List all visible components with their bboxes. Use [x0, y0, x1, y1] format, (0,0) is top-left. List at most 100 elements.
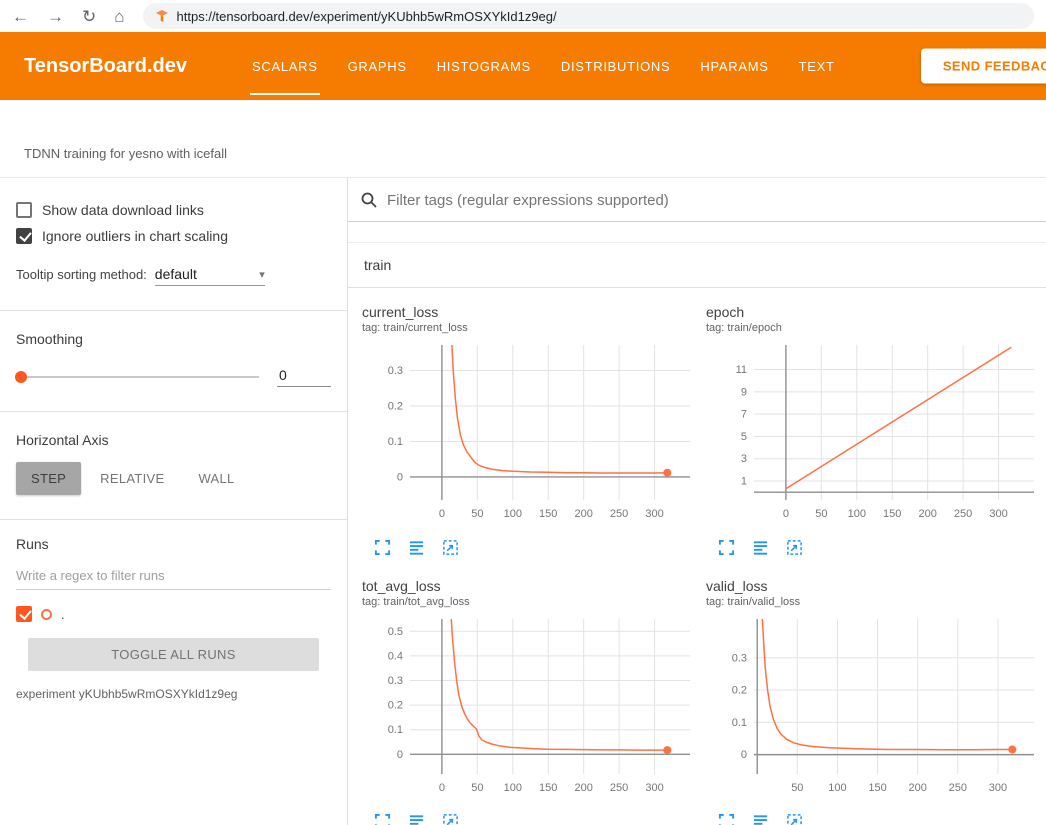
line-chart[interactable]: 0501001502002503001357911 [706, 340, 1042, 526]
tab-hparams[interactable]: HPARAMS [685, 32, 783, 100]
chart-tag: tag: train/tot_avg_loss [362, 596, 698, 608]
smoothing-slider[interactable] [16, 376, 259, 378]
horizontal-axis-label: Horizontal Axis [16, 432, 331, 448]
tag-filter-input[interactable] [387, 192, 1046, 209]
expand-chart-icon[interactable] [718, 813, 735, 825]
expand-chart-icon[interactable] [718, 539, 735, 556]
tooltip-sorting-label: Tooltip sorting method: [16, 267, 147, 286]
show-download-links-label: Show data download links [42, 202, 204, 218]
svg-text:200: 200 [574, 782, 592, 794]
tooltip-sorting-value: default [155, 266, 197, 282]
svg-text:100: 100 [504, 782, 522, 794]
tooltip-sorting-dropdown[interactable]: default ▾ [155, 266, 265, 286]
chart-data-list-icon[interactable] [408, 813, 425, 825]
svg-text:7: 7 [741, 409, 747, 421]
svg-text:0.1: 0.1 [388, 724, 403, 736]
svg-text:0.1: 0.1 [388, 436, 403, 448]
svg-text:50: 50 [471, 782, 483, 794]
run-color-swatch-icon [41, 609, 52, 620]
line-chart[interactable]: 05010015020025030000.10.20.3 [362, 340, 698, 526]
svg-text:200: 200 [908, 782, 926, 794]
main-panel: train current_loss tag: train/current_lo… [348, 178, 1046, 825]
smoothing-slider-row: 0 [16, 367, 331, 387]
chart-title: valid_loss [706, 578, 1042, 594]
reload-icon[interactable]: ↻ [82, 8, 96, 25]
chart-card: current_loss tag: train/current_loss 050… [362, 304, 698, 556]
svg-text:0.3: 0.3 [388, 675, 403, 687]
tab-text[interactable]: TEXT [784, 32, 850, 100]
chart-card: valid_loss tag: train/valid_loss 5010015… [706, 578, 1042, 825]
show-download-links-checkbox-row[interactable]: Show data download links [16, 202, 331, 218]
home-icon[interactable]: ⌂ [114, 8, 124, 25]
toggle-all-runs-button[interactable]: TOGGLE ALL RUNS [28, 638, 319, 671]
svg-text:150: 150 [539, 508, 557, 520]
svg-text:300: 300 [645, 508, 663, 520]
expand-chart-icon[interactable] [374, 813, 391, 825]
chart-data-list-icon[interactable] [752, 813, 769, 825]
fit-domain-icon[interactable] [442, 813, 459, 825]
svg-text:0.2: 0.2 [388, 401, 403, 413]
svg-text:250: 250 [954, 508, 972, 520]
chart-tag: tag: train/epoch [706, 322, 1042, 334]
back-icon[interactable]: ← [12, 8, 29, 25]
line-chart[interactable]: 5010015020025030000.10.20.3 [706, 614, 1042, 800]
checkbox-unchecked-icon[interactable] [16, 202, 32, 218]
line-chart[interactable]: 05010015020025030000.10.20.30.40.5 [362, 614, 698, 800]
app-title: TensorBoard.dev [24, 55, 187, 78]
chart-tag: tag: train/valid_loss [706, 596, 1042, 608]
axis-button-relative[interactable]: RELATIVE [85, 462, 179, 495]
axis-button-wall[interactable]: WALL [183, 462, 249, 495]
fit-domain-icon[interactable] [786, 813, 803, 825]
browser-toolbar: ← → ↻ ⌂ https://tensorboard.dev/experime… [0, 0, 1046, 32]
tab-graphs[interactable]: GRAPHS [333, 32, 422, 100]
axis-button-step[interactable]: STEP [16, 462, 81, 495]
forward-icon[interactable]: → [47, 8, 64, 25]
expand-chart-icon[interactable] [374, 539, 391, 556]
svg-text:0: 0 [439, 508, 445, 520]
search-icon [360, 191, 378, 209]
charts-grid: current_loss tag: train/current_loss 050… [348, 288, 1046, 825]
chart-data-list-icon[interactable] [408, 539, 425, 556]
nav-tabs: SCALARSGRAPHSHISTOGRAMSDISTRIBUTIONSHPAR… [237, 32, 850, 100]
svg-text:0.2: 0.2 [732, 685, 747, 697]
fit-domain-icon[interactable] [442, 539, 459, 556]
tag-filter-row [348, 178, 1046, 222]
tensorboard-logo-icon [155, 9, 169, 23]
chart-title: epoch [706, 304, 1042, 320]
smoothing-value-field[interactable]: 0 [277, 367, 331, 387]
experiment-name: experiment yKUbhb5wRmOSXYkId1z9eg [16, 687, 331, 701]
svg-text:0.2: 0.2 [388, 700, 403, 712]
tab-distributions[interactable]: DISTRIBUTIONS [546, 32, 686, 100]
run-checkbox-icon[interactable] [16, 606, 32, 622]
chart-data-list-icon[interactable] [752, 539, 769, 556]
svg-text:250: 250 [610, 508, 628, 520]
chart-card: epoch tag: train/epoch 05010015020025030… [706, 304, 1042, 556]
svg-text:0.5: 0.5 [388, 626, 403, 638]
svg-text:0.3: 0.3 [732, 652, 747, 664]
svg-text:0.1: 0.1 [732, 717, 747, 729]
svg-text:200: 200 [574, 508, 592, 520]
checkbox-checked-icon[interactable] [16, 228, 32, 244]
fit-domain-icon[interactable] [786, 539, 803, 556]
train-section-header[interactable]: train [348, 243, 1046, 288]
url-text: https://tensorboard.dev/experiment/yKUbh… [177, 9, 557, 24]
run-list-item[interactable]: . [16, 606, 331, 622]
ignore-outliers-checkbox-row[interactable]: Ignore outliers in chart scaling [16, 228, 331, 244]
send-feedback-button[interactable]: SEND FEEDBACK [921, 49, 1046, 84]
svg-text:9: 9 [741, 386, 747, 398]
train-section-card: train current_loss tag: train/current_lo… [348, 242, 1046, 825]
tab-scalars[interactable]: SCALARS [237, 32, 333, 100]
svg-text:150: 150 [868, 782, 886, 794]
smoothing-label: Smoothing [16, 331, 331, 347]
sidebar-divider [0, 411, 347, 412]
svg-text:11: 11 [736, 364, 747, 376]
chart-card: tot_avg_loss tag: train/tot_avg_loss 050… [362, 578, 698, 825]
chart-title: current_loss [362, 304, 698, 320]
svg-text:0: 0 [783, 508, 789, 520]
runs-filter-input[interactable] [16, 564, 331, 590]
tab-histograms[interactable]: HISTOGRAMS [422, 32, 546, 100]
smoothing-slider-thumb[interactable] [15, 371, 27, 383]
address-bar[interactable]: https://tensorboard.dev/experiment/yKUbh… [143, 3, 1034, 29]
experiment-description: TDNN training for yesno with icefall [24, 146, 227, 161]
chart-toolbar [706, 813, 1042, 825]
